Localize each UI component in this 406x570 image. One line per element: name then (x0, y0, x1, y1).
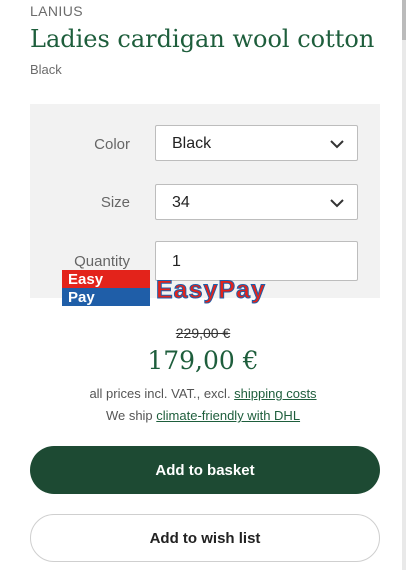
vat-note: all prices incl. VAT., excl. shipping co… (0, 386, 406, 401)
color-label: Color (94, 136, 130, 153)
product-brand: LANIUS (30, 3, 83, 19)
chevron-down-icon (330, 140, 344, 149)
quantity-value: 1 (172, 253, 181, 270)
options-panel: Color Black Size 34 Quantity 1 (30, 104, 380, 298)
product-variant: Black (30, 62, 62, 77)
size-select-value: 34 (172, 194, 190, 211)
easypay-logo-bottom-text: Pay (68, 289, 95, 306)
shipping-note-text: We ship (105, 408, 157, 423)
product-title: Ladies cardigan wool cotton (30, 25, 375, 53)
climate-friendly-link[interactable]: climate-friendly with DHL (156, 408, 300, 423)
page-scrollbar[interactable] (402, 0, 406, 570)
shipping-note: We ship climate-friendly with DHL (0, 408, 406, 423)
size-select[interactable]: 34 (155, 184, 358, 220)
color-select-value: Black (172, 135, 212, 152)
chevron-down-icon (330, 199, 344, 208)
vat-note-text: all prices incl. VAT., excl. (89, 386, 235, 401)
easypay-wordmark: EasyPay (156, 276, 266, 304)
original-price: 229,00 € (175, 325, 231, 341)
quantity-label: Quantity (74, 253, 130, 270)
easypay-logo-top-text: Easy (68, 271, 104, 288)
easypay-banner: Easy Pay EasyPay (62, 270, 266, 306)
shipping-costs-link[interactable]: shipping costs (234, 386, 316, 401)
easypay-logo: Easy Pay (62, 270, 150, 306)
scrollbar-thumb[interactable] (402, 0, 406, 40)
add-to-wishlist-button[interactable]: Add to wish list (30, 514, 380, 562)
sale-price: 179,00 € (147, 346, 259, 375)
add-to-basket-button[interactable]: Add to basket (30, 446, 380, 494)
color-select[interactable]: Black (155, 125, 358, 161)
size-label: Size (100, 194, 130, 211)
